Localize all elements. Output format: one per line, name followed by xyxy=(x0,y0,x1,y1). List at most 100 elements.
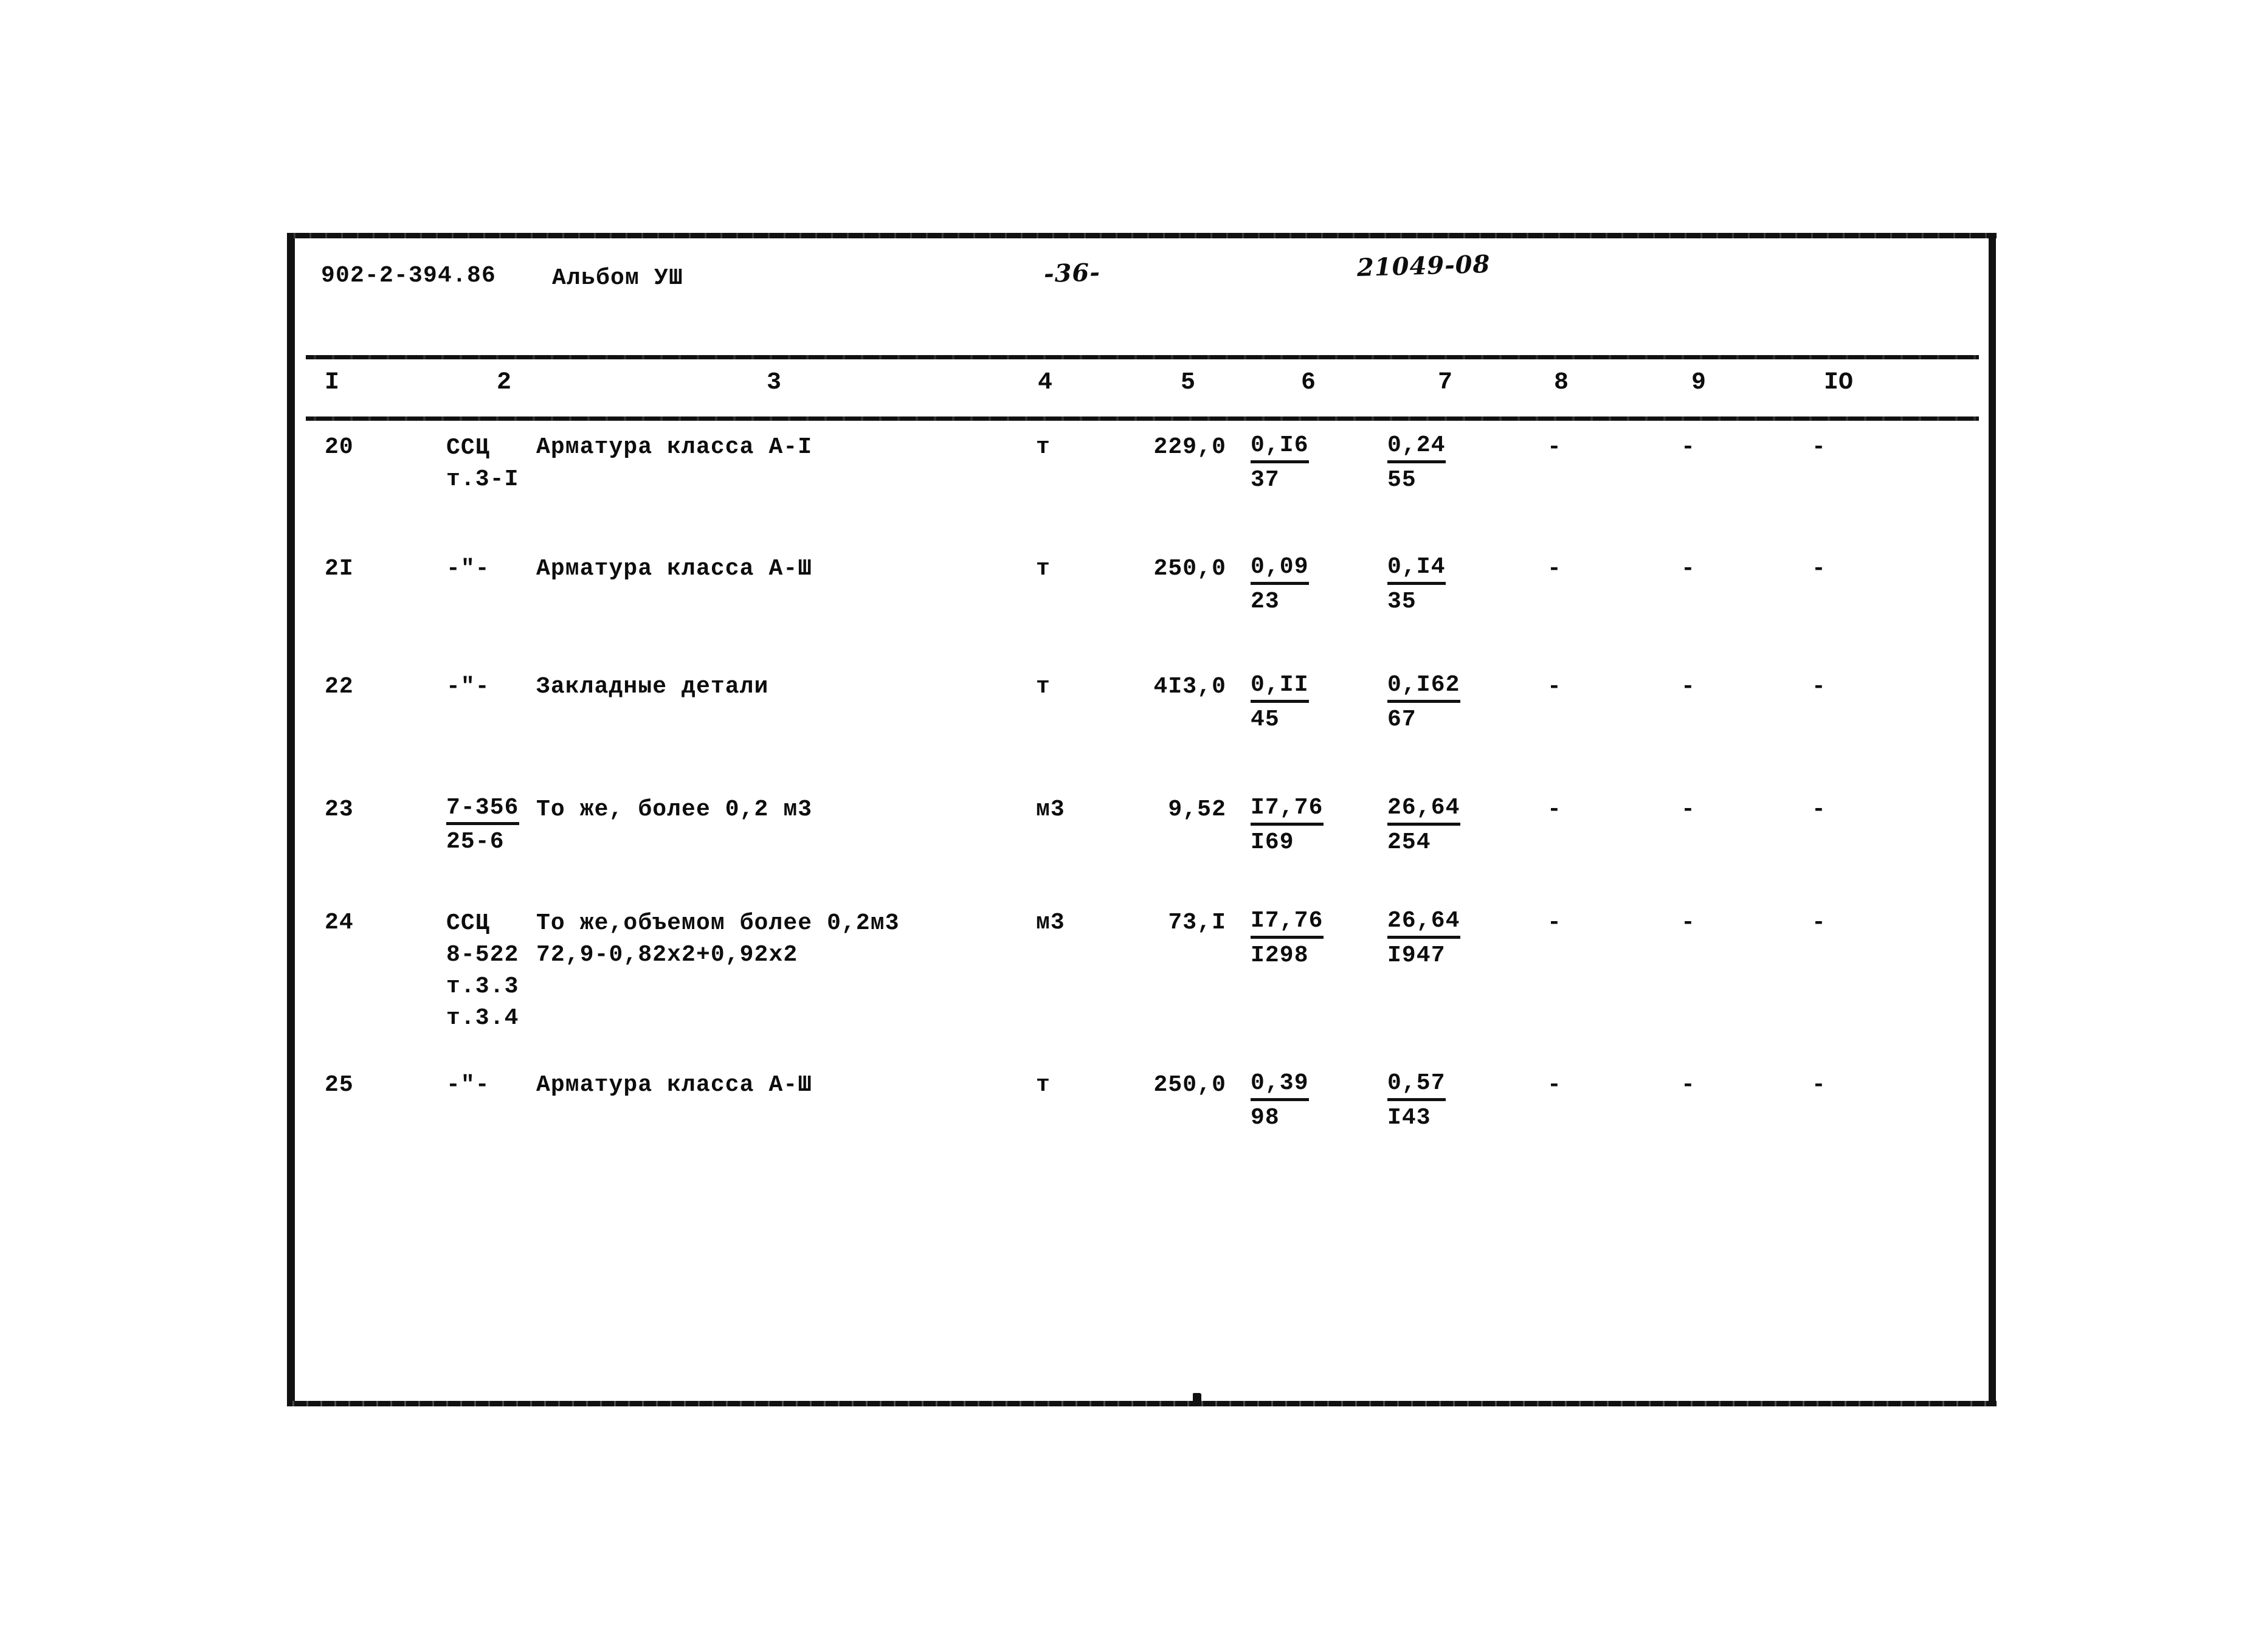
row-source-code: -"- xyxy=(446,1072,490,1098)
row-unit: м3 xyxy=(1036,797,1065,823)
row-description: Арматура класса А-Ш xyxy=(536,556,813,582)
source-code-line: ССЦ xyxy=(446,435,490,461)
row-quantity: 73,I xyxy=(1168,910,1226,936)
source-code-line: т.3.3 xyxy=(446,973,519,1000)
row-unit: т xyxy=(1036,556,1051,582)
row-col8: - xyxy=(1547,434,1562,460)
col7-denominator: 55 xyxy=(1387,467,1417,493)
row-source-code: ССЦ т.3-I xyxy=(446,432,519,496)
table-rule-top xyxy=(306,355,1979,359)
row-col6-fraction: 0,I6 37 xyxy=(1251,432,1309,493)
row-col9: - xyxy=(1681,797,1696,823)
row-description: Закладные детали xyxy=(536,674,769,700)
row-number: 23 xyxy=(325,797,354,823)
row-number: 20 xyxy=(325,434,354,460)
row-col10: - xyxy=(1812,1072,1826,1098)
col7-denominator: I947 xyxy=(1387,942,1446,969)
col6-numerator: 0,II xyxy=(1251,672,1309,703)
column-header-2: 2 xyxy=(497,369,512,396)
description-calc-line: 72,9-0,82х2+0,92х2 xyxy=(536,942,798,968)
column-header-10: IO xyxy=(1824,369,1854,396)
source-code-line: т.3.4 xyxy=(446,1005,519,1031)
row-col6-fraction: I7,76 I298 xyxy=(1251,908,1324,969)
row-description: То же, более 0,2 м3 xyxy=(536,797,813,823)
row-unit: т xyxy=(1036,674,1051,700)
row-col9: - xyxy=(1681,674,1696,700)
row-quantity: 229,0 xyxy=(1153,434,1226,460)
row-col7-fraction: 0,I62 67 xyxy=(1387,672,1460,733)
row-unit: т xyxy=(1036,434,1051,460)
col6-denominator: I69 xyxy=(1251,829,1294,855)
frame-border-top xyxy=(287,233,1997,238)
col6-numerator: 0,09 xyxy=(1251,554,1309,585)
row-quantity: 4I3,0 xyxy=(1153,674,1226,700)
source-code-line: ССЦ xyxy=(446,910,490,936)
row-source-code: ССЦ 8-522 т.3.3 т.3.4 xyxy=(446,908,519,1034)
col7-numerator: 0,24 xyxy=(1387,432,1446,463)
column-header-5: 5 xyxy=(1181,369,1196,396)
column-header-8: 8 xyxy=(1554,369,1569,396)
series-code: 902-2-394.86 xyxy=(321,263,497,289)
source-code-line: т.3-I xyxy=(446,466,519,492)
col7-numerator: 0,57 xyxy=(1387,1070,1446,1101)
row-col9: - xyxy=(1681,434,1696,460)
row-col8: - xyxy=(1547,797,1562,823)
document-frame: 902-2-394.86 Альбом УШ -36- 21049-08 I 2… xyxy=(287,233,1997,1406)
row-col8: - xyxy=(1547,910,1562,936)
page-number: -36- xyxy=(1043,258,1101,288)
source-code-numerator: 7-356 xyxy=(446,795,519,825)
row-col7-fraction: 26,64 I947 xyxy=(1387,908,1460,969)
col6-numerator: 0,39 xyxy=(1251,1070,1309,1101)
row-description: Арматура класса А-I xyxy=(536,434,813,460)
col6-denominator: 45 xyxy=(1251,707,1280,733)
source-code-denominator: 25-6 xyxy=(446,829,505,855)
row-col6-fraction: 0,II 45 xyxy=(1251,672,1309,733)
album-label: Альбом УШ xyxy=(552,265,684,291)
col7-numerator: 0,I4 xyxy=(1387,554,1446,585)
row-col10: - xyxy=(1812,797,1826,823)
row-quantity: 250,0 xyxy=(1153,556,1226,582)
col6-denominator: 23 xyxy=(1251,589,1280,615)
column-header-9: 9 xyxy=(1691,369,1707,396)
frame-border-left xyxy=(287,233,295,1406)
row-unit: м3 xyxy=(1036,910,1065,936)
col7-numerator: 26,64 xyxy=(1387,795,1460,826)
table-rule-bottom xyxy=(306,416,1979,421)
row-number: 25 xyxy=(325,1072,354,1098)
row-col10: - xyxy=(1812,674,1826,700)
row-source-code: -"- xyxy=(446,674,490,700)
col6-numerator: I7,76 xyxy=(1251,795,1324,826)
frame-border-bottom xyxy=(287,1401,1997,1406)
source-code-line: 8-522 xyxy=(446,942,519,968)
col7-numerator: 0,I62 xyxy=(1387,672,1460,703)
row-col9: - xyxy=(1681,910,1696,936)
description-line: То же,объемом более 0,2м3 xyxy=(536,910,900,936)
col6-denominator: I298 xyxy=(1251,942,1309,969)
scan-artifact-blot xyxy=(1193,1393,1201,1403)
row-quantity: 9,52 xyxy=(1168,797,1226,823)
row-description: То же,объемом более 0,2м3 72,9-0,82х2+0,9… xyxy=(536,908,900,971)
column-header-1: I xyxy=(325,369,340,396)
row-source-code: -"- xyxy=(446,556,490,582)
col7-denominator: 254 xyxy=(1387,829,1431,855)
row-number: 24 xyxy=(325,910,354,936)
row-col10: - xyxy=(1812,556,1826,582)
row-col7-fraction: 0,57 I43 xyxy=(1387,1070,1446,1131)
row-description: Арматура класса А-Ш xyxy=(536,1072,813,1098)
row-col6-fraction: I7,76 I69 xyxy=(1251,795,1324,855)
row-number: 2I xyxy=(325,556,354,582)
col6-denominator: 37 xyxy=(1251,467,1280,493)
col7-denominator: 35 xyxy=(1387,589,1417,615)
row-quantity: 250,0 xyxy=(1153,1072,1226,1098)
col7-denominator: 67 xyxy=(1387,707,1417,733)
row-col8: - xyxy=(1547,674,1562,700)
col6-denominator: 98 xyxy=(1251,1105,1280,1131)
row-col9: - xyxy=(1681,1072,1696,1098)
row-col7-fraction: 0,24 55 xyxy=(1387,432,1446,493)
row-col8: - xyxy=(1547,556,1562,582)
row-unit: т xyxy=(1036,1072,1051,1098)
column-header-7: 7 xyxy=(1438,369,1453,396)
row-col8: - xyxy=(1547,1072,1562,1098)
column-header-3: 3 xyxy=(767,369,782,396)
column-header-4: 4 xyxy=(1038,369,1053,396)
